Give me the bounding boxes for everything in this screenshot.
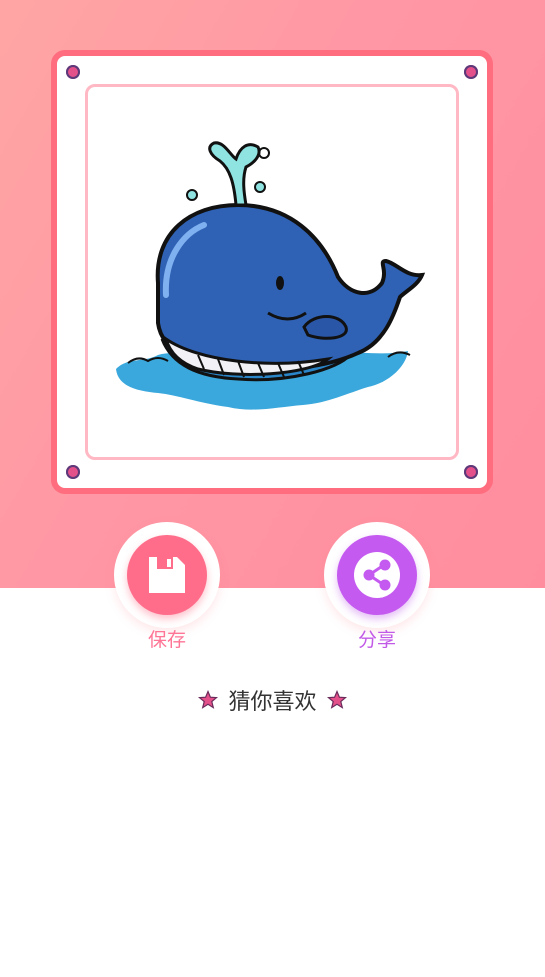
whale-illustration <box>116 141 426 410</box>
frame-screw-top-left <box>66 65 80 79</box>
section-title: 猜你喜欢 <box>228 690 317 715</box>
floppy-disk-icon <box>149 557 185 593</box>
save-button-ring[interactable] <box>114 522 220 628</box>
share-action[interactable]: 分享 <box>322 522 432 651</box>
save-button[interactable] <box>127 535 207 615</box>
frame-screw-bottom-left <box>66 465 80 479</box>
colored-artwork[interactable] <box>85 84 459 460</box>
share-button[interactable] <box>337 535 417 615</box>
frame-screw-top-right <box>464 65 478 79</box>
share-icon <box>354 552 400 598</box>
share-button-ring[interactable] <box>324 522 430 628</box>
save-label: 保存 <box>147 629 186 651</box>
share-label: 分享 <box>357 629 396 651</box>
frame-screw-bottom-right <box>464 465 478 479</box>
star-icon <box>198 690 219 709</box>
recommend-section-header: 猜你喜欢 <box>0 684 545 716</box>
save-action[interactable]: 保存 <box>112 522 222 651</box>
star-icon <box>326 690 347 709</box>
picture-frame <box>51 50 493 494</box>
